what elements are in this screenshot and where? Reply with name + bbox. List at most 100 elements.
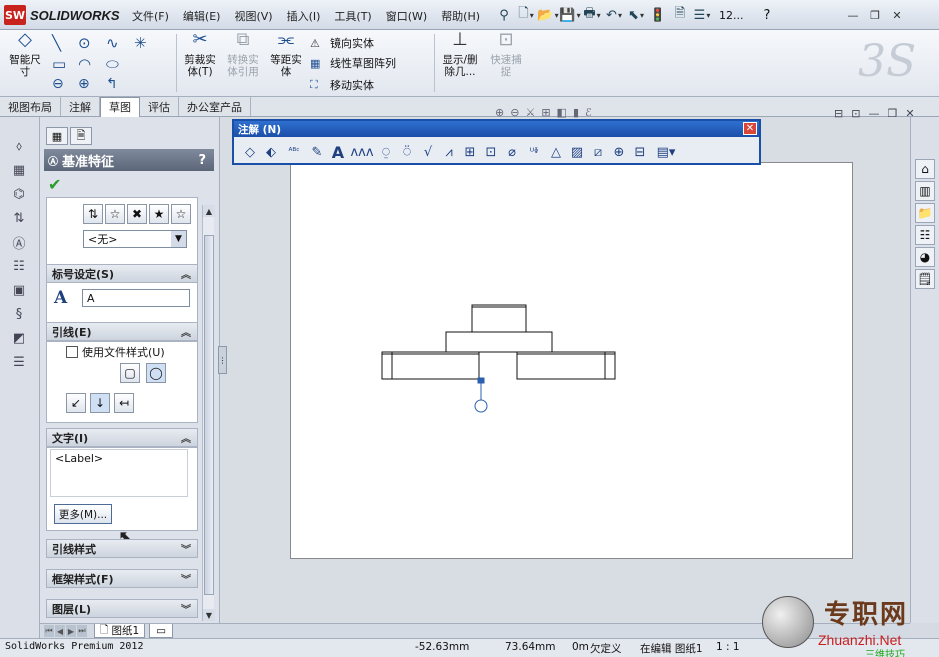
point-icon[interactable]: ✳ — [134, 34, 148, 52]
text-header[interactable]: 文字(I) ︽ — [46, 428, 198, 447]
help-icon[interactable]: ? — [198, 153, 206, 168]
note-icon[interactable]: Ⓐ — [8, 231, 30, 253]
frame-style-header[interactable]: 框架样式(F) ︾ — [46, 569, 198, 588]
appearances-icon[interactable]: ◕ — [915, 247, 935, 267]
tab-annotation[interactable]: 注解 — [61, 97, 100, 116]
load-style-icon[interactable]: ☆ — [171, 204, 191, 224]
centerline-icon[interactable]: ⊟ — [630, 142, 650, 162]
annotation-toolbar[interactable]: 注解 (N) ✕ ◇ ⬖ ᴬᴮᶜ ✎ A ᴧᴧᴧ ⍜ ⍥ √ ⩘ ⊞ ⊡ ⌀ ᵁ… — [232, 119, 761, 165]
scroll-down-icon[interactable]: ▼ — [203, 609, 215, 621]
display-delete-relations-button[interactable]: ⊥ 显示/删 除几... — [438, 31, 482, 92]
zoom-to-fit-icon[interactable]: ⊕ — [495, 106, 504, 119]
balloon-icon[interactable]: ▣ — [8, 279, 30, 301]
label-text-area[interactable]: <Label> — [50, 449, 188, 497]
area-hatch-icon[interactable]: ▨ — [567, 142, 587, 162]
first-sheet-icon[interactable]: ⏮ — [44, 625, 54, 637]
close-icon[interactable]: ✕ — [743, 122, 757, 135]
pm-scrollbar[interactable]: ▲ ▼ — [202, 205, 215, 621]
status-scale[interactable]: 1 : 1 — [716, 641, 740, 653]
print-icon[interactable]: 🖶 — [583, 6, 601, 24]
move-entities-button[interactable]: ⛶ 移动实体 — [310, 75, 374, 95]
center-mark-icon[interactable]: ⊕ — [609, 142, 629, 162]
scroll-up-icon[interactable]: ▲ — [203, 205, 215, 217]
auto-balloon-icon[interactable]: ⍥ — [397, 142, 417, 162]
block-icon[interactable]: ⧄ — [588, 142, 608, 162]
weld-symbol-icon[interactable]: ⩘ — [439, 142, 459, 162]
tab-view-layout[interactable]: 视图布局 — [0, 97, 61, 116]
table-icon[interactable]: ▤▾ — [651, 142, 681, 162]
scroll-thumb[interactable] — [204, 235, 214, 595]
revision-symbol-icon[interactable]: △ — [546, 142, 566, 162]
file-properties-icon[interactable]: 🗎 — [671, 6, 689, 24]
format-painter-icon[interactable]: ✎ — [307, 142, 327, 162]
trim-entities-button[interactable]: ✂ 剪裁实 体(T) — [180, 31, 220, 92]
home-icon[interactable]: ⌂ — [915, 159, 935, 179]
hide-show-icon[interactable]: ▮ — [573, 106, 579, 119]
annotation-toolbar-title[interactable]: 注解 (N) ✕ — [234, 121, 759, 137]
display-style-icon[interactable]: ◧ — [557, 106, 567, 119]
panel-splitter-handle[interactable]: ⋮ — [218, 346, 227, 374]
convert-entities-button[interactable]: ⧉ 转换实 体引用 — [222, 31, 264, 92]
leader-horizontal-icon[interactable]: ↤ — [114, 393, 134, 413]
leader-style-header[interactable]: 引线样式 ︾ — [46, 539, 198, 558]
menu-window[interactable]: 窗口(W) — [386, 8, 427, 24]
menu-edit[interactable]: 编辑(E) — [183, 8, 221, 24]
more-button[interactable]: 更多(M)... — [54, 504, 112, 524]
view-orientation-icon[interactable]: ⊞ — [541, 106, 550, 119]
surface-finish-icon[interactable]: § — [8, 303, 30, 325]
section-view-icon[interactable]: ⚔ — [525, 106, 535, 119]
pin-icon[interactable]: ⚲ — [495, 6, 513, 24]
doc-minimize-icon[interactable]: — — [868, 107, 879, 120]
pattern-icon[interactable]: ☷ — [8, 255, 30, 277]
save-style-icon[interactable]: ★ — [149, 204, 169, 224]
help-icon[interactable]: ? — [764, 8, 771, 23]
options-icon[interactable]: ☰ — [693, 6, 711, 24]
sheet-tab[interactable]: 🗋 图纸1 — [94, 624, 146, 638]
leader-header[interactable]: 引线(E) ︽ — [46, 322, 198, 341]
datum-feature-icon[interactable]: ⌀ — [502, 142, 522, 162]
circle-icon[interactable]: ⊙ — [78, 34, 106, 52]
round-leader-icon[interactable]: ◯ — [146, 363, 166, 383]
polygon-icon[interactable]: ⊕ — [78, 76, 106, 92]
smart-dimension-button[interactable]: ◇ 智能尺 寸 — [6, 31, 44, 92]
restore-icon[interactable]: ❐ — [866, 7, 884, 23]
leader-vertical-icon[interactable]: ↓ — [90, 393, 110, 413]
solidworks-logo[interactable]: SW SOLIDWORKS — [4, 4, 124, 26]
menu-view[interactable]: 视图(V) — [234, 8, 272, 24]
linear-pattern-button[interactable]: ▦ 线性草图阵列 — [310, 53, 396, 73]
tile-icon[interactable]: ⊟ — [834, 107, 843, 120]
mirror-entities-button[interactable]: ⚠ 镜向实体 — [310, 33, 374, 53]
weld-icon[interactable]: ◩ — [8, 327, 30, 349]
menu-help[interactable]: 帮助(H) — [441, 8, 480, 24]
part-drawing-view[interactable] — [291, 163, 854, 560]
use-doc-style-row[interactable]: 使用文件样式(U) — [66, 344, 165, 360]
menu-file[interactable]: 文件(F) — [132, 8, 169, 24]
rectangle-icon[interactable]: ▭ — [52, 55, 78, 73]
square-leader-icon[interactable]: ▢ — [120, 363, 140, 383]
layer-header[interactable]: 图层(L) ︾ — [46, 599, 198, 618]
fillet-icon[interactable]: ↰ — [106, 76, 134, 92]
apply-default-style-icon[interactable]: ⇅ — [83, 204, 103, 224]
format-painter-icon[interactable]: ⇅ — [8, 207, 30, 229]
zoom-area-icon[interactable]: ⊖ — [510, 106, 519, 119]
ok-button[interactable]: ✔ — [48, 175, 61, 194]
select-cursor-icon[interactable]: ⬉ — [627, 6, 645, 24]
last-sheet-icon[interactable]: ⏭ — [77, 625, 87, 637]
file-explorer-icon[interactable]: 📁 — [915, 203, 935, 223]
spline-icon[interactable]: ∿ — [106, 34, 134, 52]
slot-icon[interactable]: ⊖ — [52, 76, 78, 92]
balloon-icon[interactable]: ⍜ — [376, 142, 396, 162]
traffic-light-icon[interactable]: 🚦 — [649, 6, 667, 24]
linear-note-pattern-icon[interactable]: ᴧᴧᴧ — [349, 142, 375, 162]
spell-icon[interactable]: ⌬ — [8, 183, 30, 205]
use-doc-style-checkbox[interactable] — [66, 346, 78, 358]
delete-style-icon[interactable]: ✖ — [127, 204, 147, 224]
add-sheet-icon[interactable]: ▭ — [149, 624, 174, 638]
minimize-icon[interactable]: — — [844, 7, 862, 23]
line-icon[interactable]: ╲ — [52, 34, 78, 52]
save-icon[interactable]: 💾 — [559, 6, 579, 24]
arc-icon[interactable]: ◠ — [78, 55, 106, 73]
close-icon[interactable]: ✕ — [888, 7, 906, 23]
leader-angled-icon[interactable]: ↙ — [66, 393, 86, 413]
model-items-icon[interactable]: ⬖ — [261, 142, 281, 162]
